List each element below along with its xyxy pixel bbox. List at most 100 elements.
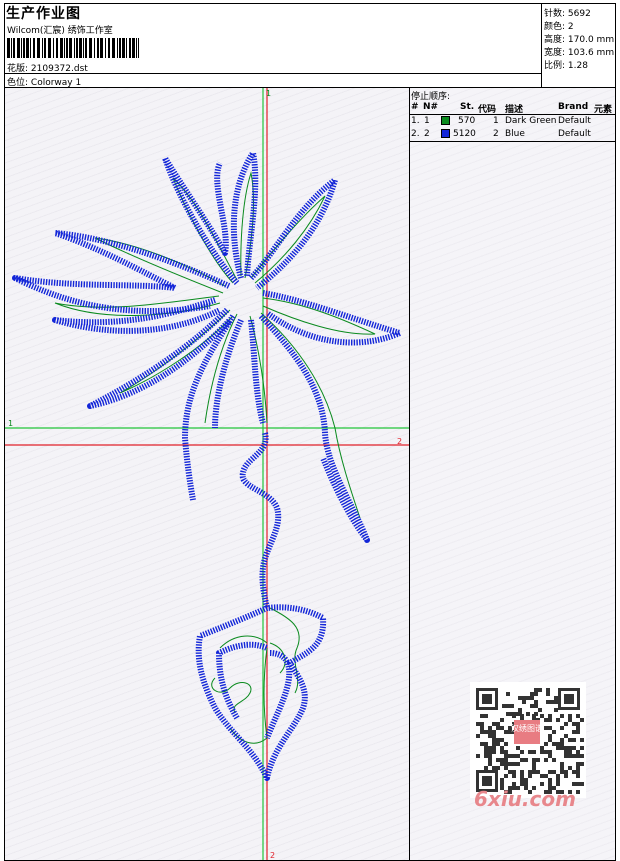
- qr-module: [564, 754, 568, 758]
- qr-module: [488, 758, 492, 762]
- qr-module: [506, 712, 510, 716]
- qr-module: [538, 708, 542, 712]
- row2-brand: Default: [558, 129, 591, 139]
- qr-module: [506, 692, 510, 696]
- barcode-bar: [44, 38, 46, 58]
- barcode-image: [7, 38, 139, 58]
- col-header-number: N#: [423, 102, 439, 112]
- qr-module: [512, 770, 516, 774]
- qr-module: [534, 704, 538, 708]
- row2-stitches: 5120: [453, 129, 476, 139]
- qr-module: [532, 766, 536, 770]
- qr-module: [554, 696, 558, 700]
- qr-module: [480, 714, 484, 718]
- header-divider: [4, 73, 542, 74]
- qr-module: [576, 722, 580, 726]
- qr-module: [556, 778, 560, 782]
- barcode-bar: [129, 38, 131, 58]
- qr-module: [512, 754, 516, 758]
- barcode-bar: [26, 38, 29, 58]
- row2-description: Blue: [505, 129, 525, 139]
- qr-module: [552, 730, 556, 734]
- qr-module: [488, 754, 492, 758]
- qr-module: [576, 790, 580, 794]
- stop-sequence-title: 停止顺序:: [411, 92, 451, 102]
- qr-module: [484, 742, 488, 746]
- qr-module: [476, 754, 480, 758]
- qr-module: [548, 734, 552, 738]
- row1-stitches: 570: [458, 116, 476, 126]
- qr-module: [534, 712, 538, 716]
- qr-module: [540, 782, 544, 786]
- barcode-bar: [76, 38, 78, 58]
- design-canvas[interactable]: 1 1 2 2: [4, 87, 410, 861]
- qr-module: [530, 692, 534, 696]
- qr-module: [492, 730, 496, 734]
- qr-module: [572, 770, 576, 774]
- qr-module: [548, 782, 552, 786]
- qr-module: [488, 734, 492, 738]
- qr-module: [560, 738, 564, 742]
- red-right-marker: 2: [397, 437, 402, 446]
- barcode-bar: [74, 38, 75, 58]
- qr-module: [504, 774, 508, 778]
- qr-module: [488, 762, 492, 766]
- qr-module: [496, 758, 500, 762]
- qr-module: [508, 770, 512, 774]
- barcode-bar: [79, 38, 82, 58]
- qr-module: [516, 746, 520, 750]
- qr-module: [576, 782, 580, 786]
- stat-scale: 比例: 1.28: [544, 58, 588, 71]
- qr-module: [556, 782, 560, 786]
- qr-module: [576, 714, 580, 718]
- green-left-marker: 1: [8, 419, 13, 428]
- page-title: 生产作业图: [6, 6, 81, 22]
- qr-module: [518, 696, 522, 700]
- qr-module: [480, 726, 484, 730]
- qr-module: [564, 774, 568, 778]
- qr-module: [492, 722, 496, 726]
- barcode-bar: [119, 38, 121, 58]
- qr-module: [540, 750, 544, 754]
- qr-module: [484, 714, 488, 718]
- qr-module: [496, 766, 500, 770]
- qr-module: [576, 770, 580, 774]
- qr-module: [496, 722, 500, 726]
- barcode-bar: [30, 38, 31, 58]
- qr-module: [500, 778, 504, 782]
- qr-module: [492, 738, 496, 742]
- qr-module: [548, 750, 552, 754]
- qr-module: [544, 742, 548, 746]
- barcode-bar: [42, 38, 43, 58]
- qr-code-icon[interactable]: 汉绣图谱: [470, 682, 586, 798]
- barcode-bar: [23, 38, 25, 58]
- qr-module: [512, 762, 516, 766]
- row1-color-swatch: [441, 116, 450, 125]
- qr-module: [500, 746, 504, 750]
- barcode-bar: [37, 38, 40, 58]
- qr-module: [504, 762, 508, 766]
- qr-module: [568, 750, 572, 754]
- barcode-bar: [56, 38, 58, 58]
- stat-value: 103.6 mm: [567, 48, 615, 58]
- qr-module: [544, 718, 548, 722]
- qr-module: [492, 734, 496, 738]
- barcode-bar: [7, 38, 10, 58]
- qr-module: [540, 714, 544, 718]
- qr-module: [496, 738, 500, 742]
- barcode-bar: [108, 38, 110, 58]
- barcode-bar: [136, 38, 137, 58]
- qr-module: [484, 746, 488, 750]
- qr-module: [518, 712, 522, 716]
- row2-code: 2: [493, 129, 499, 139]
- barcode-bar: [94, 38, 95, 58]
- qr-module: [512, 782, 516, 786]
- qr-module: [568, 738, 572, 742]
- stat-label: 高度:: [544, 35, 566, 45]
- qr-module: [500, 718, 504, 722]
- qr-module: [576, 774, 580, 778]
- qr-module: [576, 754, 580, 758]
- qr-module: [550, 700, 554, 704]
- barcode-bar: [53, 38, 54, 58]
- qr-module: [546, 700, 550, 704]
